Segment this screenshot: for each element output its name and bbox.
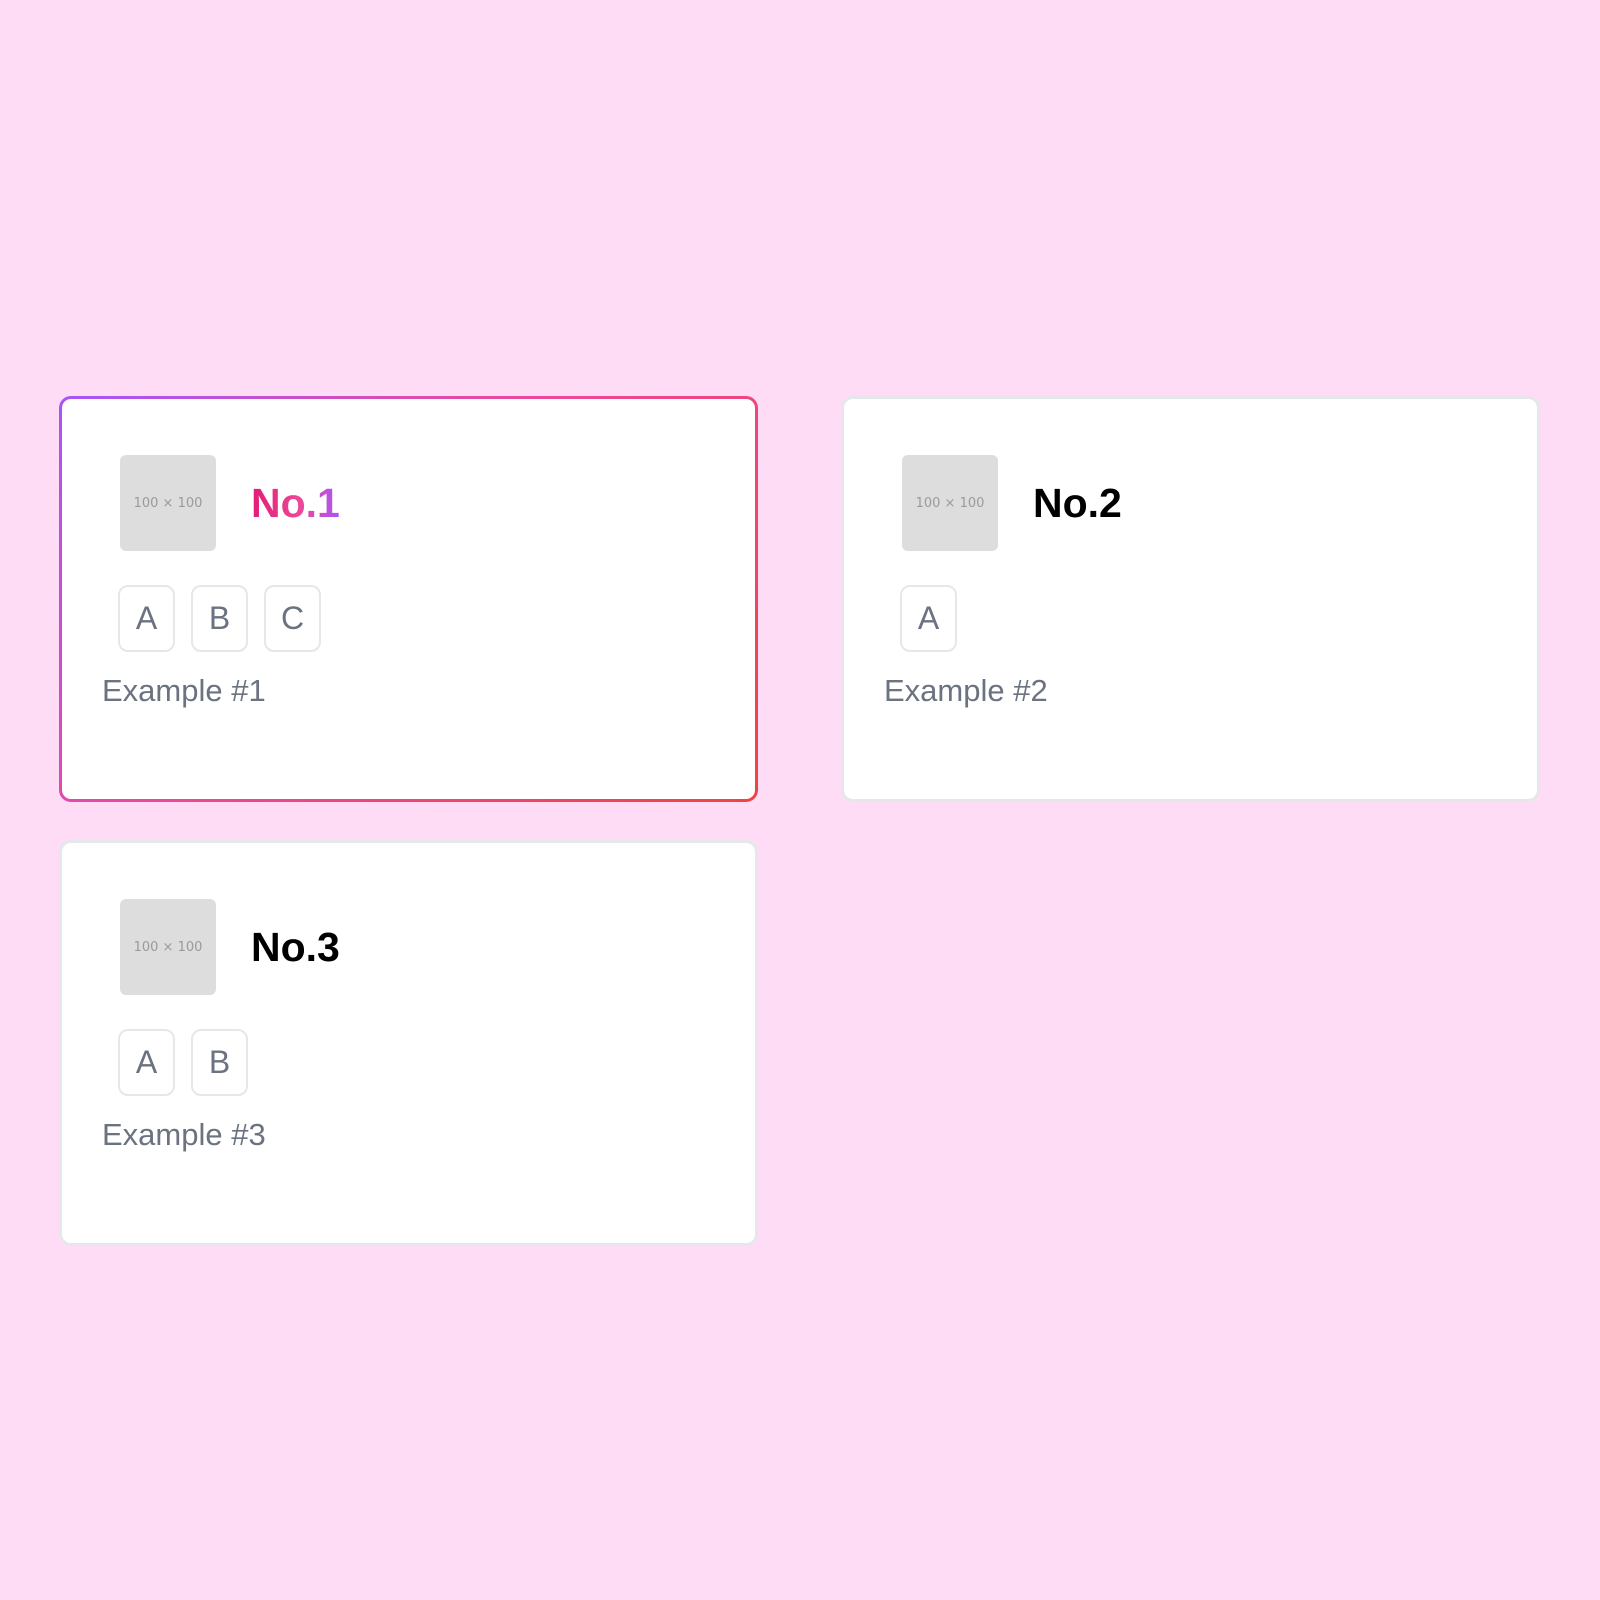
image-placeholder: 100 × 100 [902, 455, 998, 551]
tag-a[interactable]: A [118, 1029, 175, 1096]
image-placeholder: 100 × 100 [120, 899, 216, 995]
card-3[interactable]: 100 × 100 No.3 A B Example #3 [59, 840, 758, 1246]
card-description: Example #3 [102, 1117, 266, 1152]
card-title: No.1 [251, 480, 340, 526]
tag-b[interactable]: B [191, 1029, 248, 1096]
card-description: Example #2 [884, 673, 1048, 708]
tag-b[interactable]: B [191, 585, 248, 652]
tag-list: A [900, 585, 957, 652]
tag-a[interactable]: A [118, 585, 175, 652]
card-1[interactable]: 100 × 100 No.1 A B C Example #1 [59, 396, 758, 802]
card-title: No.3 [251, 924, 340, 970]
tag-a[interactable]: A [900, 585, 957, 652]
tag-list: A B C [118, 585, 321, 652]
image-placeholder: 100 × 100 [120, 455, 216, 551]
tag-c[interactable]: C [264, 585, 321, 652]
tag-list: A B [118, 1029, 248, 1096]
card-2[interactable]: 100 × 100 No.2 A Example #2 [841, 396, 1540, 802]
card-title: No.2 [1033, 480, 1122, 526]
card-description: Example #1 [102, 673, 266, 708]
